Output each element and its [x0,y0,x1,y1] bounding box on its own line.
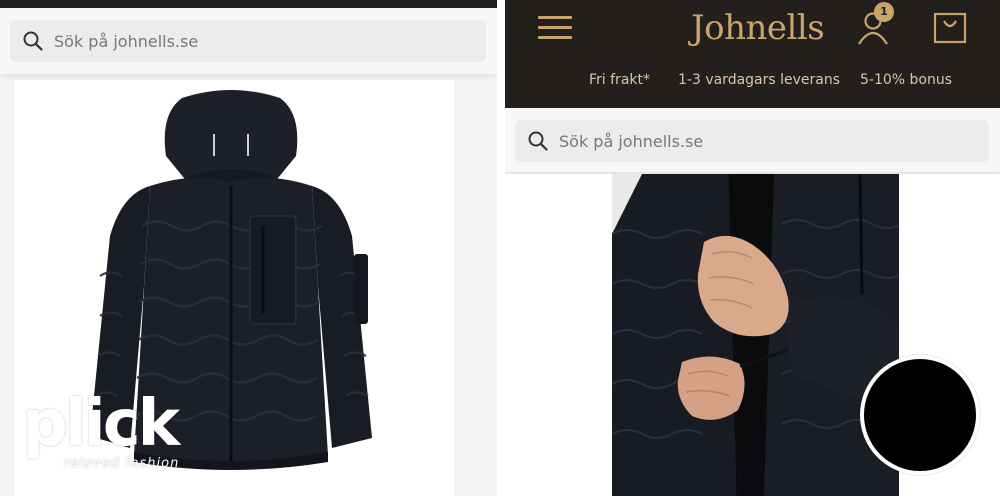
product-image-model-wearing-jacket[interactable] [612,174,899,496]
search-icon[interactable] [20,28,46,54]
search-bar-container: Sök på johnells.se [0,8,497,74]
plick-watermark-logo: plick reloved fashion [22,392,192,478]
search-bar-container: Sök på johnells.se [505,108,1000,172]
site-header: Johnells 1 Fri frakt* 1-3 vardagars leve… [505,0,1000,108]
black-circle-overlay [860,355,980,475]
top-bar [0,0,497,8]
usp-delivery-time: 1-3 vardagars leverans [678,72,841,88]
screenshot-collage: Sök på johnells.se plick reloved fashion… [0,0,1000,496]
cart-count-badge: 1 [874,2,894,22]
search-input[interactable]: Sök på johnells.se [10,20,486,62]
search-icon[interactable] [525,128,551,154]
shopping-bag-icon[interactable] [933,12,967,44]
brand-logo[interactable]: Johnells [691,8,825,48]
search-placeholder: Sök på johnells.se [559,131,704,151]
search-input[interactable]: Sök på johnells.se [515,120,989,162]
left-product-screen: Sök på johnells.se plick reloved fashion [0,0,497,496]
usp-free-shipping: Fri frakt* [589,72,650,88]
menu-icon[interactable] [538,14,572,40]
plick-logo-wordmark: plick [22,387,180,461]
plick-logo-tagline: reloved fashion [64,456,180,471]
usp-bonus: 5-10% bonus [860,72,953,88]
search-placeholder: Sök på johnells.se [54,31,199,51]
usp-bar: Fri frakt* 1-3 vardagars leverans 5-10% … [505,72,1000,94]
